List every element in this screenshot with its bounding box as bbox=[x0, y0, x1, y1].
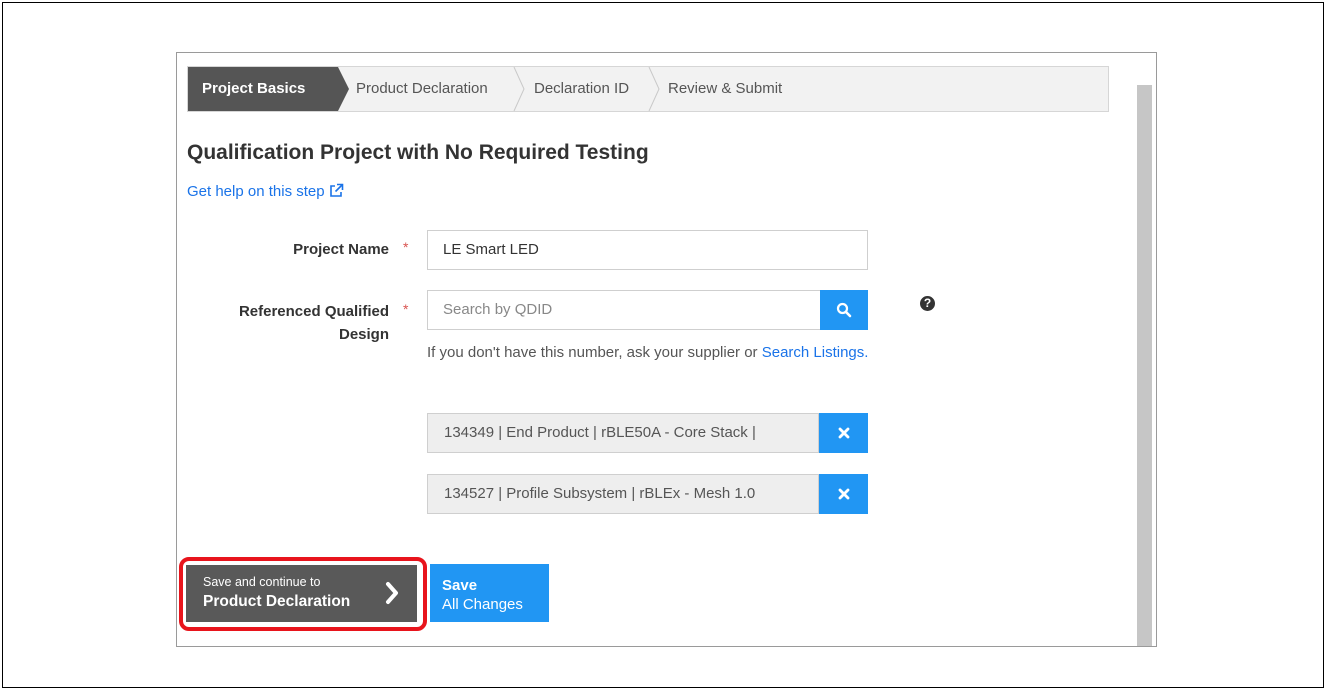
referenced-design-label-line1: Referenced Qualified bbox=[238, 303, 389, 320]
remove-design-button[interactable] bbox=[819, 413, 868, 453]
step-active-arrow bbox=[338, 67, 349, 111]
qdid-search-input[interactable]: Search by QDID bbox=[427, 290, 868, 330]
step-project-basics[interactable]: Project Basics bbox=[188, 67, 338, 111]
app-window: Project Basics Product Declaration Decla… bbox=[176, 52, 1157, 647]
save-all-changes-button[interactable]: Save All Changes bbox=[430, 564, 549, 622]
step-declaration-id[interactable]: Declaration ID bbox=[534, 67, 629, 111]
scrollbar-thumb[interactable] bbox=[1137, 85, 1152, 646]
step-review-submit[interactable]: Review & Submit bbox=[668, 67, 782, 111]
help-link-text[interactable]: Get help on this step bbox=[187, 183, 325, 200]
step-separator-icon bbox=[648, 67, 660, 111]
selected-design-chip: 134527 | Profile Subsystem | rBLEx - Mes… bbox=[427, 474, 819, 514]
required-mark: * bbox=[403, 239, 409, 255]
hint-text: If you don't have this number, ask your … bbox=[427, 344, 762, 361]
referenced-design-label-line2: Design bbox=[338, 326, 389, 343]
save-label-line2: All Changes bbox=[442, 596, 523, 613]
hint-period: . bbox=[864, 344, 869, 361]
search-button[interactable] bbox=[820, 290, 868, 330]
qdid-hint: If you don't have this number, ask your … bbox=[427, 342, 877, 364]
help-link[interactable]: Get help on this step bbox=[187, 183, 344, 202]
project-name-label: Project Name bbox=[293, 241, 389, 258]
required-mark: * bbox=[403, 301, 409, 317]
search-listings-link[interactable]: Search Listings bbox=[762, 344, 865, 361]
referenced-design-label: Referenced Qualified Design bbox=[187, 303, 389, 343]
step-separator-icon bbox=[513, 67, 525, 111]
project-name-input[interactable]: LE Smart LED bbox=[427, 230, 868, 270]
close-icon bbox=[838, 488, 849, 500]
wizard-steps: Project Basics Product Declaration Decla… bbox=[187, 66, 1109, 112]
page-title: Qualification Project with No Required T… bbox=[187, 141, 649, 164]
step-product-declaration[interactable]: Product Declaration bbox=[356, 67, 488, 111]
selected-design-chip: 134349 | End Product | rBLE50A - Core St… bbox=[427, 413, 819, 453]
search-icon bbox=[836, 302, 852, 318]
external-link-icon bbox=[329, 183, 344, 202]
highlight-annotation bbox=[179, 557, 427, 631]
save-label-line1: Save bbox=[442, 577, 478, 594]
remove-design-button[interactable] bbox=[819, 474, 868, 514]
question-circle-icon[interactable]: ? bbox=[920, 296, 935, 311]
close-icon bbox=[838, 427, 849, 439]
